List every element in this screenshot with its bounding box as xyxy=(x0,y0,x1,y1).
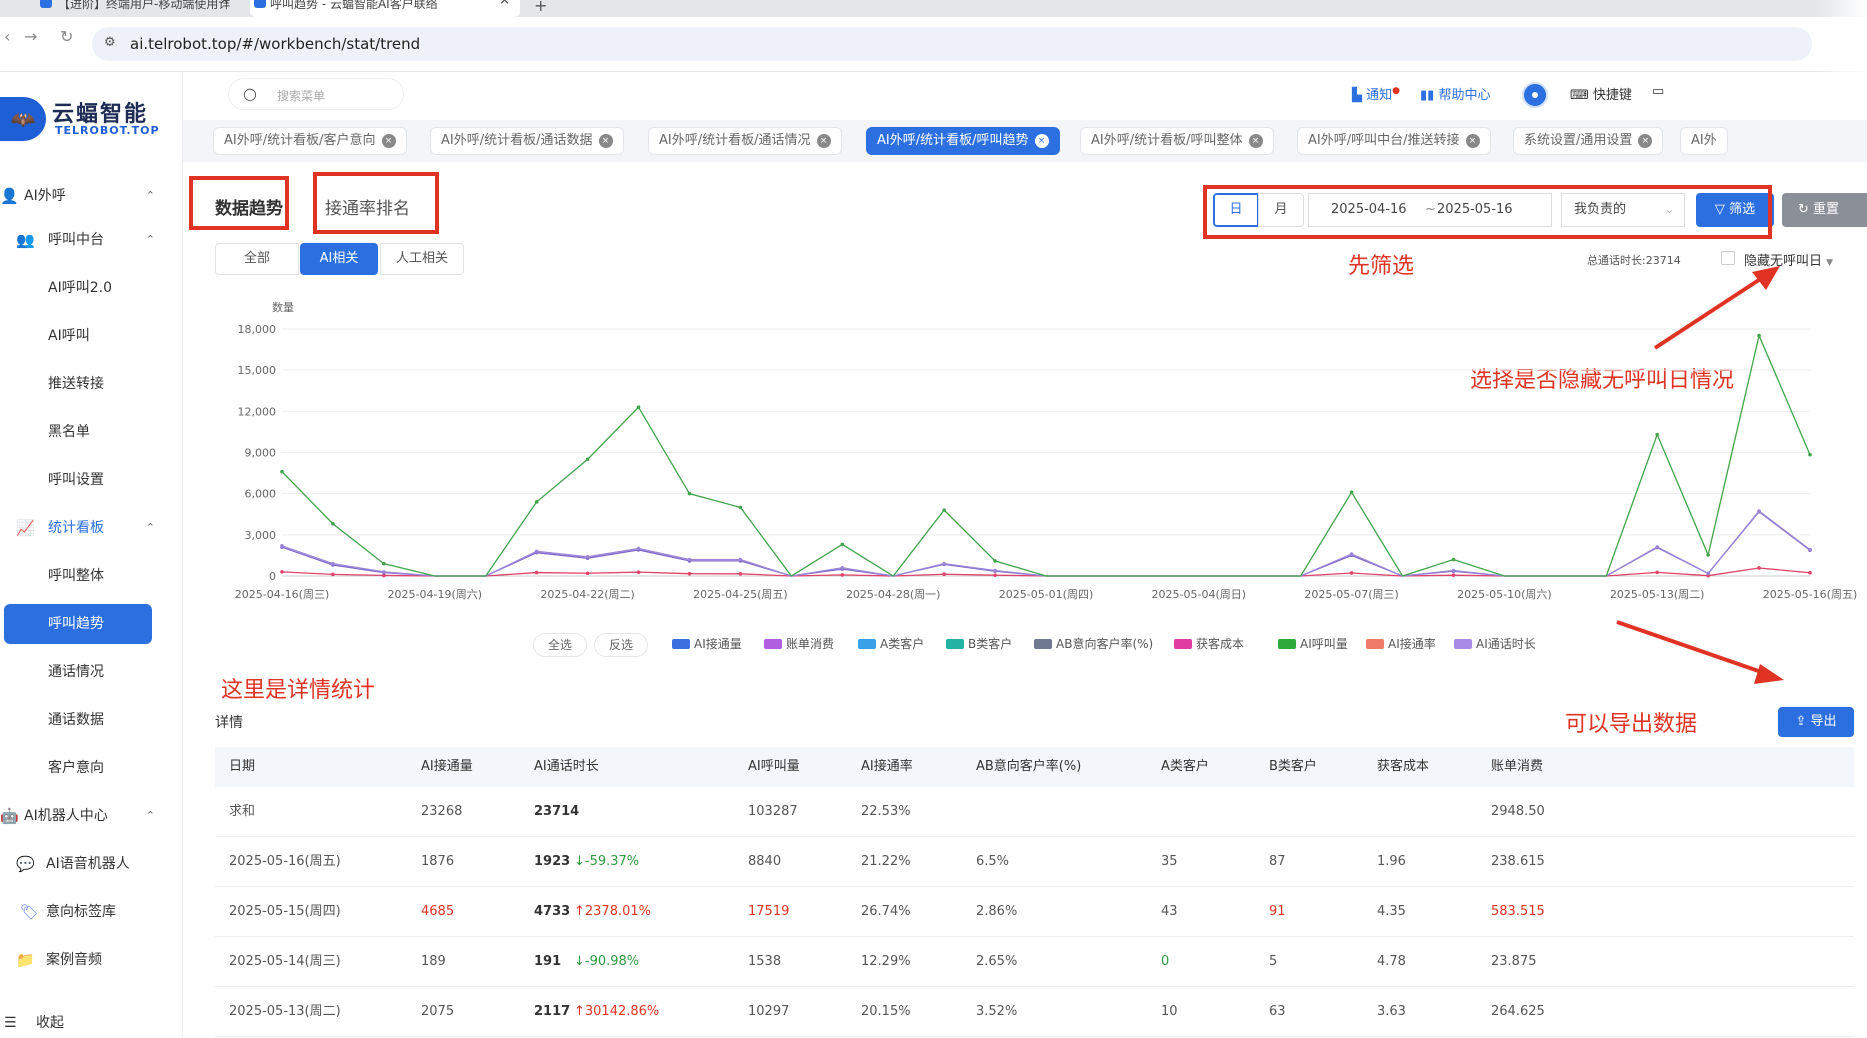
table-cell: 23714 xyxy=(534,804,580,819)
table-cell: 189 xyxy=(421,954,446,969)
table-cell: 2.86% xyxy=(976,904,1018,919)
table-cell: 3.63 xyxy=(1377,1004,1406,1019)
table-cell: 23.875 xyxy=(1491,954,1537,969)
column-header[interactable]: 获客成本 xyxy=(1377,747,1429,787)
table-cell: 21.22% xyxy=(861,854,911,869)
table-cell: 10297 xyxy=(748,1004,790,1019)
column-header[interactable]: AB意向客户率(%) xyxy=(976,747,1081,787)
table-cell: 12.29% xyxy=(861,954,911,969)
table-cell: 2025-05-15(周四) xyxy=(229,904,341,919)
table-cell: 264.625 xyxy=(1491,1004,1545,1019)
column-header[interactable]: AI接通率 xyxy=(861,747,913,787)
table-header: 日期 AI接通量 AI通话时长 AI呼叫量 AI接通率 AB意向客户率(%) A类客户 B类客… xyxy=(215,747,1854,787)
table-cell: 26.74% xyxy=(861,904,911,919)
column-header[interactable]: AI呼叫量 xyxy=(748,747,800,787)
table-cell: 103287 xyxy=(748,804,798,819)
table-cell: 2117 xyxy=(534,1004,571,1019)
detail-title: 详情 xyxy=(215,715,243,731)
table-cell: 求和 xyxy=(229,804,256,819)
table-cell: 5 xyxy=(1269,954,1278,969)
table-cell: 2075 xyxy=(421,1004,455,1019)
export-button[interactable]: ⇪ 导出 xyxy=(1778,707,1854,737)
column-header[interactable]: 日期 xyxy=(229,747,255,787)
annotation-export-note: 可以导出数据 xyxy=(1565,712,1698,737)
column-header[interactable]: A类客户 xyxy=(1161,747,1209,787)
table-cell: 4685 xyxy=(421,904,455,919)
change-percent: ↑2378.01% xyxy=(574,904,652,919)
table-cell: 91 xyxy=(1269,904,1286,919)
table-cell: 1876 xyxy=(421,854,455,869)
export-label: 导出 xyxy=(1810,714,1837,729)
column-header[interactable]: AI通话时长 xyxy=(534,747,599,787)
column-header[interactable]: B类客户 xyxy=(1269,747,1317,787)
table-cell: 35 xyxy=(1161,854,1178,869)
table-cell: 4.78 xyxy=(1377,954,1406,969)
table-cell: 17519 xyxy=(748,904,790,919)
table-cell: 4.35 xyxy=(1377,904,1406,919)
arrow-line xyxy=(1653,272,1770,350)
table-cell: 1.96 xyxy=(1377,854,1406,869)
table-cell: 63 xyxy=(1269,1004,1286,1019)
table-cell: 2.65% xyxy=(976,954,1018,969)
table-cell: 2948.50 xyxy=(1491,804,1545,819)
table-cell: 2025-05-14(周三) xyxy=(229,954,341,969)
arrow-head xyxy=(1754,664,1784,684)
table-cell: 238.615 xyxy=(1491,854,1545,869)
table-row: 2025-05-13(周二) 2075 2117 ↑30142.86% 10297 20.… xyxy=(215,987,1854,1037)
table-cell: 583.515 xyxy=(1491,904,1545,919)
table-row: 2025-05-15(周四) 4685 4733 ↑2378.01% 17519 26.7… xyxy=(215,887,1854,937)
table-cell: 4733 xyxy=(534,904,571,919)
table-cell: 0 xyxy=(1161,954,1170,969)
column-header[interactable]: 账单消费 xyxy=(1491,747,1543,787)
table-row: 2025-05-14(周三) 189 191 ↓-90.98% 1538 12.29% 2.… xyxy=(215,937,1854,987)
arrow-head xyxy=(1752,266,1780,290)
table-cell: 1538 xyxy=(748,954,782,969)
table-cell: 87 xyxy=(1269,854,1286,869)
table-row: 求和 23268 23714 103287 22.53% 2948.50 xyxy=(215,787,1854,837)
table-cell: 22.53% xyxy=(861,804,911,819)
table-row: 2025-05-16(周五) 1876 1923 ↓-59.37% 8840 21.22%… xyxy=(215,837,1854,887)
table-cell: 6.5% xyxy=(976,854,1010,869)
column-header[interactable]: AI接通量 xyxy=(421,747,473,787)
table-cell: 3.52% xyxy=(976,1004,1018,1019)
table-cell: 2025-05-16(周五) xyxy=(229,854,341,869)
table-cell: 20.15% xyxy=(861,1004,911,1019)
table-cell: 1923 xyxy=(534,854,571,869)
change-percent: ↑30142.86% xyxy=(574,1004,660,1019)
table-cell: 23268 xyxy=(421,804,463,819)
arrow-line xyxy=(1616,620,1771,677)
change-percent: ↓-90.98% xyxy=(574,954,640,969)
table-cell: 10 xyxy=(1161,1004,1178,1019)
annotation-detail-note: 这里是详情统计 xyxy=(221,678,376,703)
table-cell: 8840 xyxy=(748,854,782,869)
table-cell: 2025-05-13(周二) xyxy=(229,1004,341,1019)
table-cell: 43 xyxy=(1161,904,1178,919)
change-percent: ↓-59.37% xyxy=(574,854,640,869)
table-cell: 191 xyxy=(534,954,562,969)
upload-icon: ⇪ xyxy=(1795,714,1811,729)
